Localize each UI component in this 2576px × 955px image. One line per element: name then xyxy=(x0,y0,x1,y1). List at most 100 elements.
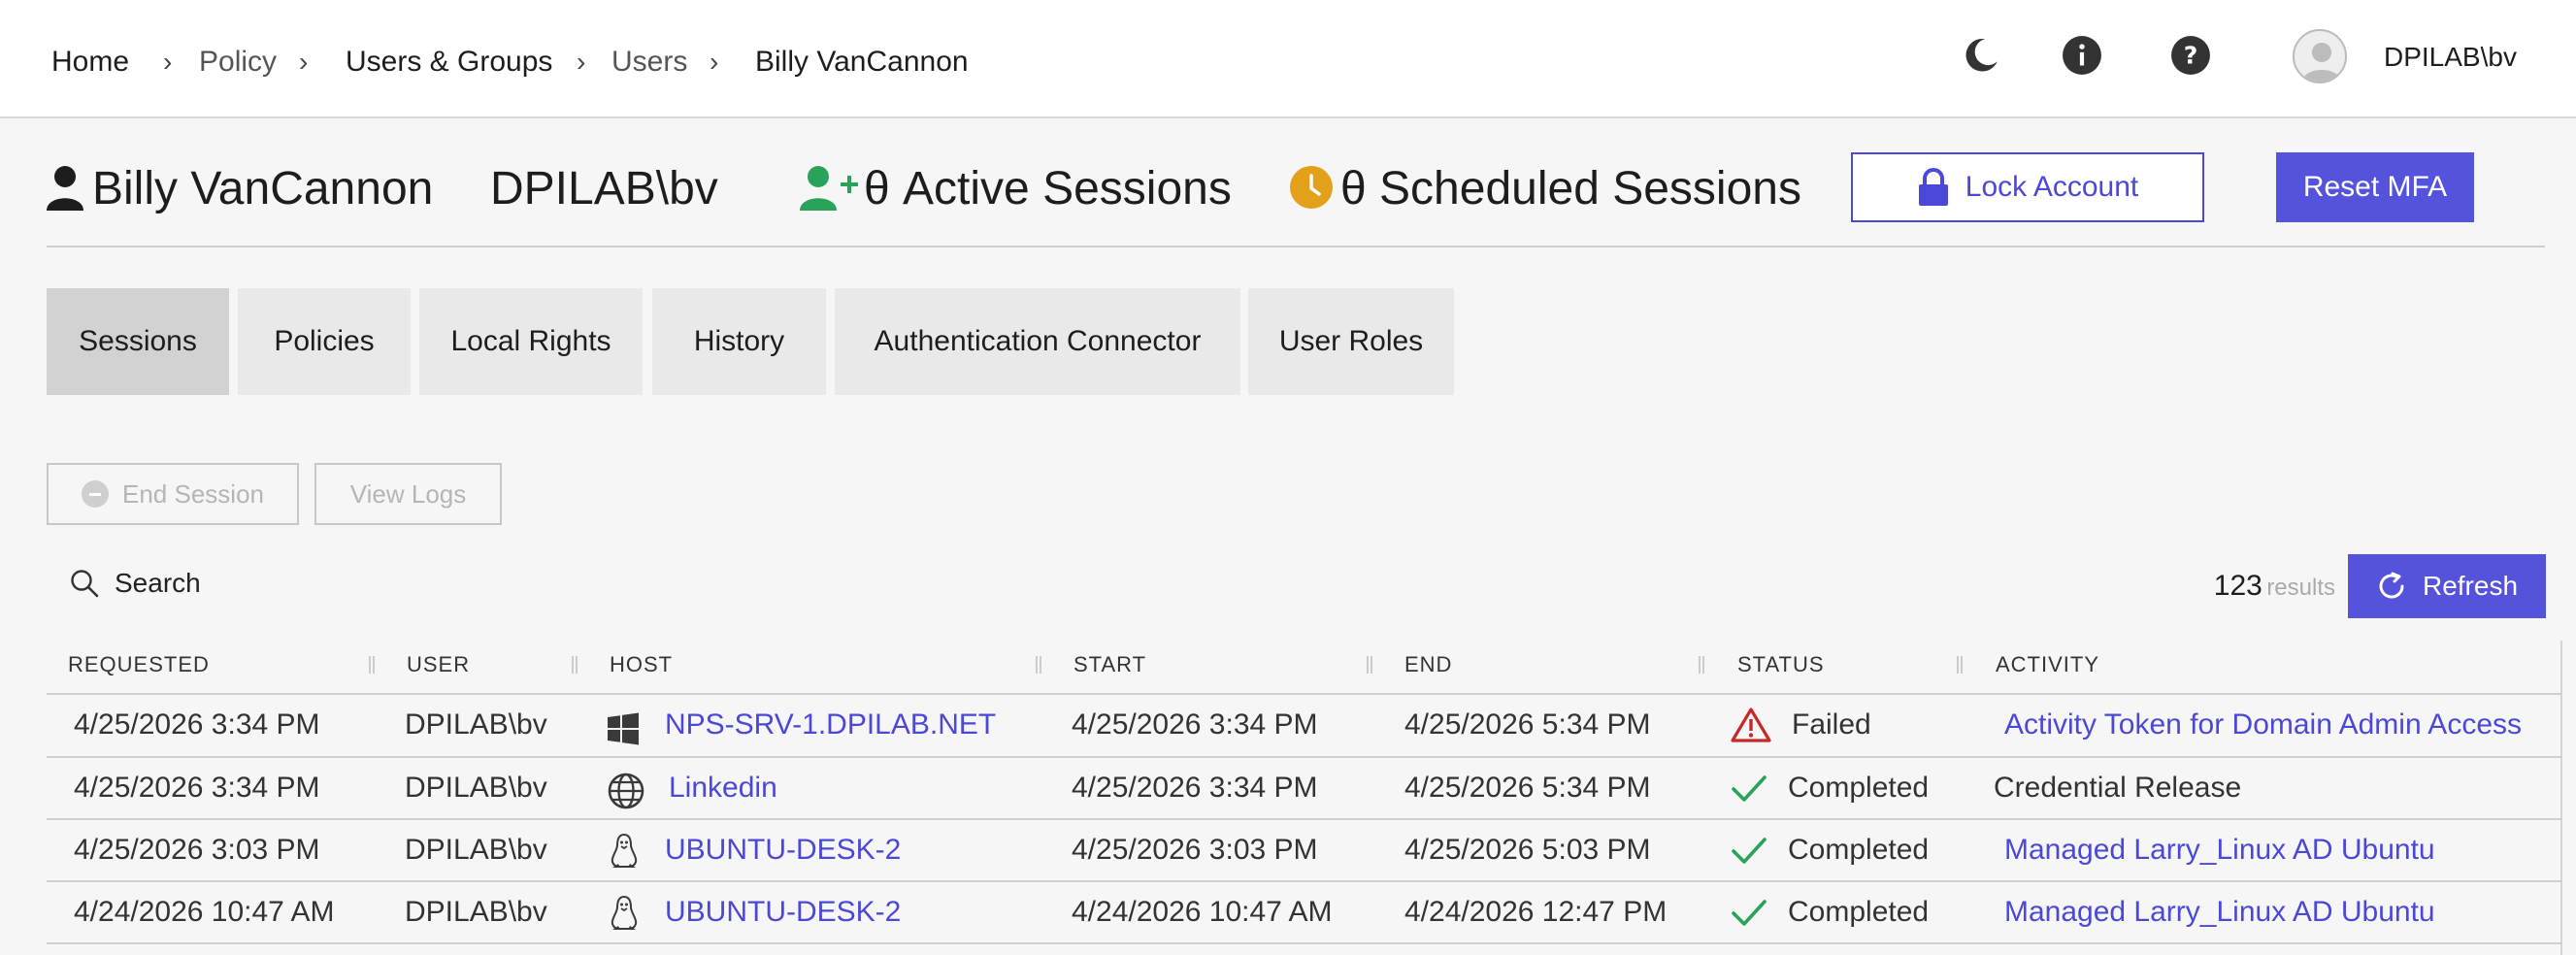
cell-end: 4/25/2026 5:03 PM xyxy=(1404,834,1651,866)
cell-start: 4/25/2026 3:34 PM xyxy=(1072,708,1318,741)
user-add-icon xyxy=(800,166,858,211)
search-icon xyxy=(71,570,99,598)
minus-circle-icon xyxy=(82,480,109,508)
reset-mfa-button[interactable]: Reset MFA xyxy=(2276,152,2474,222)
check-icon xyxy=(1732,838,1767,864)
cell-requested: 4/25/2026 3:03 PM xyxy=(74,834,320,866)
column-resize-handle[interactable] xyxy=(1957,656,1963,674)
column-header-host[interactable]: HOST xyxy=(610,652,673,677)
help-icon[interactable]: ? xyxy=(2170,35,2211,76)
header-divider xyxy=(47,246,2545,247)
chevron-right-icon: › xyxy=(710,47,719,77)
host-link[interactable]: Linkedin xyxy=(669,771,777,806)
row-divider xyxy=(47,880,2562,882)
lock-icon xyxy=(1918,168,1948,206)
user-name-title: Billy VanCannon xyxy=(92,163,434,214)
search-placeholder: Search xyxy=(115,568,201,598)
refresh-label: Refresh xyxy=(2422,571,2519,601)
lock-account-label: Lock Account xyxy=(1965,171,2139,203)
info-icon[interactable] xyxy=(2062,35,2102,76)
results-count: 123 results xyxy=(2213,570,2335,602)
cell-activity: Credential Release xyxy=(1994,772,2242,804)
search-input[interactable]: Search xyxy=(70,568,201,599)
activity-link[interactable]: Managed Larry_Linux AD Ubuntu xyxy=(2004,833,2435,868)
scheduled-sessions: θ Scheduled Sessions xyxy=(1340,163,1801,214)
cell-user: DPILAB\bv xyxy=(405,772,547,804)
row-divider xyxy=(47,942,2562,944)
breadcrumb-users[interactable]: Users xyxy=(611,45,687,80)
column-header-user[interactable]: USER xyxy=(407,652,470,677)
column-header-status[interactable]: STATUS xyxy=(1737,652,1825,677)
column-resize-handle[interactable] xyxy=(572,656,578,674)
cell-start: 4/24/2026 10:47 AM xyxy=(1072,896,1333,928)
activity-link[interactable]: Activity Token for Domain Admin Access xyxy=(2004,708,2522,742)
host-link[interactable]: NPS-SRV-1.DPILAB.NET xyxy=(665,708,996,742)
account-username[interactable]: DPILAB\bv xyxy=(2384,41,2517,74)
tab-authentication-connector[interactable]: Authentication Connector xyxy=(835,288,1240,395)
breadcrumb-home[interactable]: Home xyxy=(51,45,129,80)
globe-icon xyxy=(608,773,644,809)
cell-end: 4/24/2026 12:47 PM xyxy=(1404,896,1668,928)
column-header-activity[interactable]: ACTIVITY xyxy=(1996,652,2099,677)
tab-user-roles[interactable]: User Roles xyxy=(1248,288,1454,395)
cell-status: Completed xyxy=(1788,772,1930,804)
breadcrumb-users-groups[interactable]: Users & Groups xyxy=(346,45,552,80)
refresh-button[interactable]: Refresh xyxy=(2348,554,2546,618)
avatar[interactable] xyxy=(2293,29,2347,83)
windows-icon xyxy=(608,712,639,745)
tab-sessions[interactable]: Sessions xyxy=(47,288,229,395)
cell-requested: 4/25/2026 3:34 PM xyxy=(74,772,320,804)
svg-text:?: ? xyxy=(2184,41,2198,69)
user-icon xyxy=(47,166,83,211)
table-scroll-edge[interactable] xyxy=(2560,641,2562,955)
cell-requested: 4/24/2026 10:47 AM xyxy=(74,896,335,928)
cell-status: Completed xyxy=(1788,834,1930,866)
end-session-label: End Session xyxy=(122,478,264,509)
column-resize-handle[interactable] xyxy=(369,656,375,674)
clock-icon xyxy=(1290,166,1333,209)
moon-icon[interactable] xyxy=(1961,35,2001,76)
warning-icon xyxy=(1731,708,1771,742)
chevron-right-icon: › xyxy=(163,47,173,77)
user-account-title: DPILAB\bv xyxy=(490,163,718,214)
column-resize-handle[interactable] xyxy=(1367,656,1372,674)
tab-history[interactable]: History xyxy=(652,288,826,395)
breadcrumb-policy[interactable]: Policy xyxy=(199,45,277,80)
reset-mfa-label: Reset MFA xyxy=(2302,171,2448,203)
lock-account-button[interactable]: Lock Account xyxy=(1851,152,2204,222)
host-link[interactable]: UBUNTU-DESK-2 xyxy=(665,833,901,868)
cell-user: DPILAB\bv xyxy=(405,896,547,928)
cell-user: DPILAB\bv xyxy=(405,708,547,741)
column-header-end[interactable]: END xyxy=(1404,652,1452,677)
tab-policies[interactable]: Policies xyxy=(238,288,411,395)
chevron-right-icon: › xyxy=(299,47,309,77)
chevron-right-icon: › xyxy=(577,47,586,77)
view-logs-button[interactable]: View Logs xyxy=(314,463,502,525)
column-header-requested[interactable]: REQUESTED xyxy=(68,652,210,677)
linux-icon xyxy=(611,895,638,930)
view-logs-label: View Logs xyxy=(349,478,467,509)
activity-link[interactable]: Managed Larry_Linux AD Ubuntu xyxy=(2004,895,2435,930)
linux-icon xyxy=(611,833,638,868)
cell-start: 4/25/2026 3:34 PM xyxy=(1072,772,1318,804)
end-session-button[interactable]: End Session xyxy=(47,463,299,525)
cell-user: DPILAB\bv xyxy=(405,834,547,866)
column-header-start[interactable]: START xyxy=(1073,652,1146,677)
table-header-divider xyxy=(47,693,2562,695)
cell-status: Failed xyxy=(1792,708,1871,741)
column-resize-handle[interactable] xyxy=(1036,656,1041,674)
cell-requested: 4/25/2026 3:34 PM xyxy=(74,708,320,741)
host-link[interactable]: UBUNTU-DESK-2 xyxy=(665,895,901,930)
active-sessions: θ Active Sessions xyxy=(864,163,1232,214)
check-icon xyxy=(1732,775,1767,802)
cell-end: 4/25/2026 5:34 PM xyxy=(1404,772,1651,804)
row-divider xyxy=(47,756,2562,758)
refresh-icon xyxy=(2379,572,2404,599)
breadcrumb-current: Billy VanCannon xyxy=(755,46,969,78)
tab-local-rights[interactable]: Local Rights xyxy=(419,288,643,395)
check-icon xyxy=(1732,900,1767,926)
row-divider xyxy=(47,818,2562,820)
cell-end: 4/25/2026 5:34 PM xyxy=(1404,708,1651,741)
column-resize-handle[interactable] xyxy=(1699,656,1704,674)
top-bar: Home › Policy › Users & Groups › Users ›… xyxy=(0,0,2576,118)
